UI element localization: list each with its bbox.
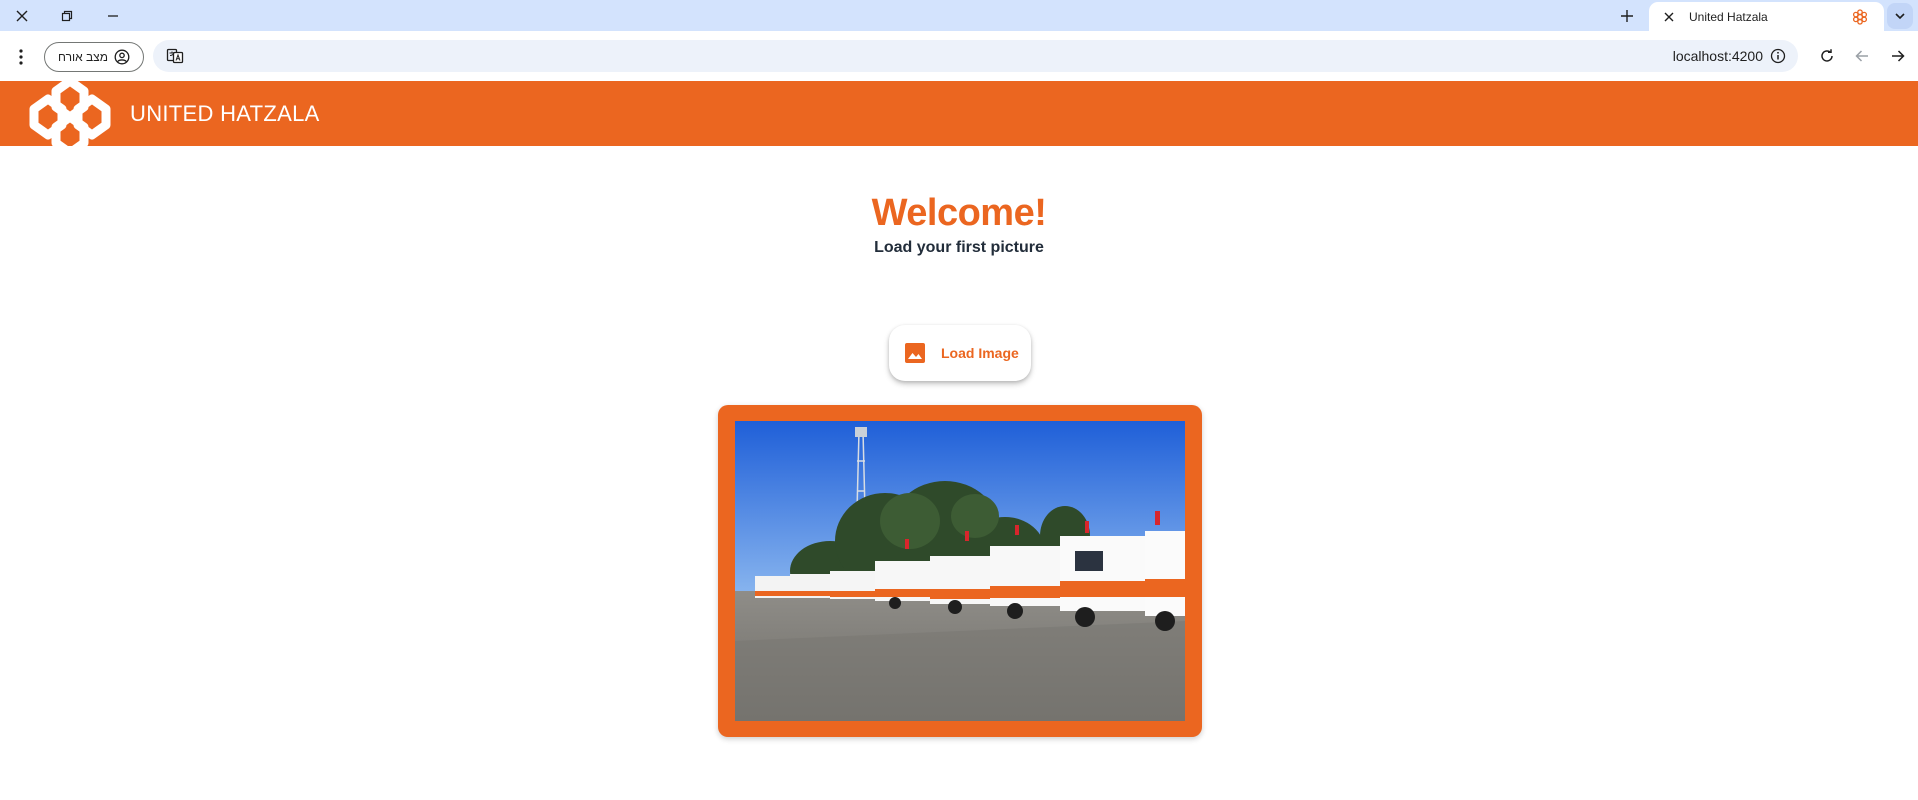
- close-icon: [16, 10, 28, 21]
- reload-icon: [1821, 49, 1833, 62]
- tab-search-dropdown-button[interactable]: [1887, 3, 1913, 29]
- arrow-left-icon: [1855, 50, 1868, 62]
- ambulance-fleet-photo: [735, 421, 1185, 721]
- arrow-right-icon: [1892, 50, 1905, 62]
- guest-profile-chip[interactable]: מצב אורח: [44, 42, 144, 72]
- reload-button[interactable]: [1812, 41, 1842, 71]
- plus-icon: [1621, 10, 1633, 22]
- new-tab-button[interactable]: [1614, 4, 1640, 28]
- ambulance-fleet-image: [735, 421, 1185, 721]
- united-hatzala-logo: [29, 81, 111, 146]
- url-text[interactable]: localhost:4200: [1673, 48, 1763, 64]
- window-minimize-button[interactable]: [93, 0, 133, 31]
- restore-icon: [61, 10, 73, 21]
- browser-tab-active[interactable]: United Hatzala: [1649, 2, 1884, 31]
- browser-toolbar: מצב אורח localhost:4200: [0, 31, 1918, 81]
- tab-close-button[interactable]: [1661, 9, 1677, 25]
- back-button[interactable]: [1847, 41, 1877, 71]
- window-restore-button[interactable]: [47, 0, 87, 31]
- close-icon: [1664, 12, 1674, 21]
- translate-icon[interactable]: [166, 47, 184, 65]
- load-image-button[interactable]: Load Image: [889, 325, 1031, 381]
- welcome-subheading: Load your first picture: [874, 239, 1044, 256]
- image-preview-frame: [718, 405, 1202, 737]
- browser-tab-strip: United Hatzala: [0, 0, 1918, 31]
- load-image-label: Load Image: [941, 345, 1019, 361]
- browser-menu-button[interactable]: [7, 43, 35, 71]
- minimize-icon: [108, 14, 118, 17]
- more-vertical-icon: [19, 49, 23, 65]
- account-circle-icon: [114, 49, 130, 65]
- app-header: UNITED HATZALA: [0, 81, 1918, 146]
- profile-label: מצב אורח: [58, 50, 108, 64]
- tab-title: United Hatzala: [1689, 9, 1768, 24]
- window-close-button[interactable]: [2, 0, 42, 31]
- address-bar[interactable]: localhost:4200: [153, 40, 1798, 72]
- site-info-icon[interactable]: [1770, 48, 1786, 64]
- forward-button[interactable]: [1883, 41, 1913, 71]
- chevron-down-icon: [1895, 13, 1905, 20]
- app-brand-title[interactable]: UNITED HATZALA: [130, 101, 320, 127]
- welcome-heading: Welcome!: [871, 192, 1047, 234]
- image-icon: [905, 343, 925, 363]
- united-hatzala-favicon-icon: [1852, 8, 1868, 25]
